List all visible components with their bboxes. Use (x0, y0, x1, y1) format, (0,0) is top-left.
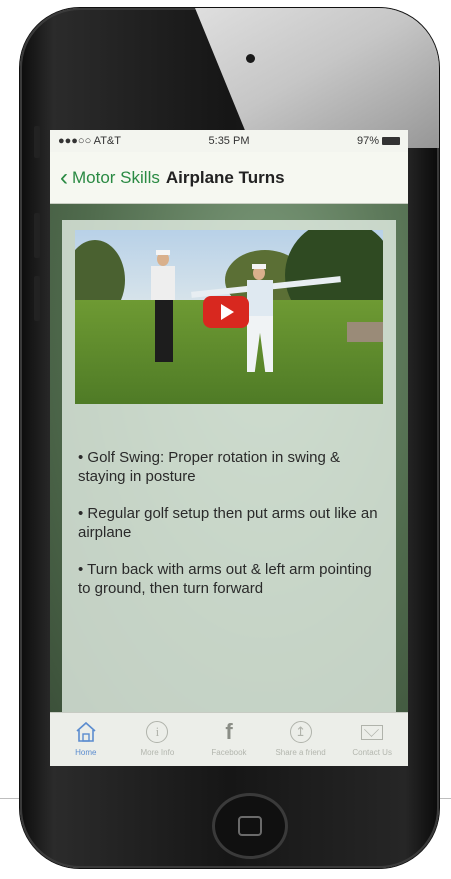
battery-status: 97% (286, 135, 400, 147)
battery-percent: 97% (356, 135, 379, 147)
tab-label: Home (75, 748, 97, 757)
share-icon: ↥ (288, 719, 314, 745)
back-button[interactable]: Motor Skills (72, 168, 160, 188)
front-camera (246, 54, 255, 63)
tab-bar: Home i More Info f Facebook ↥ Share a fr… (50, 712, 408, 766)
info-icon: i (144, 719, 170, 745)
instruction-item: • Golf Swing: Proper rotation in swing &… (78, 449, 341, 485)
status-time: 5:35 PM (208, 135, 250, 147)
video-wall (347, 322, 383, 342)
tab-label: More Info (140, 748, 175, 757)
instructor-shirt (151, 266, 175, 300)
instruction-list: • Golf Swing: Proper rotation in swing &… (78, 448, 378, 616)
content-card: • Golf Swing: Proper rotation in swing &… (62, 220, 396, 712)
page-title: Airplane Turns (165, 167, 285, 187)
home-icon (73, 719, 99, 745)
tab-contact-us[interactable]: Contact Us (336, 713, 408, 766)
content-background: • Golf Swing: Proper rotation in swing &… (50, 204, 408, 712)
video-player[interactable] (75, 230, 383, 404)
instructor-legs (155, 300, 173, 362)
phone-glare (195, 8, 439, 148)
carrier-signal: ●●●○○ AT&T (58, 135, 121, 147)
back-chevron-icon[interactable]: ‹ (60, 165, 68, 190)
instructor-cap (156, 250, 170, 255)
golfer-cap (252, 264, 266, 269)
facebook-icon: f (225, 719, 233, 744)
home-square-icon (238, 816, 262, 836)
volume-up-button (34, 213, 40, 258)
phone-screen: ●●●○○ AT&T 5:35 PM 97% ‹ Motor Skills Ai… (50, 130, 408, 766)
tab-share[interactable]: ↥ Share a friend (265, 713, 337, 766)
tab-more-info[interactable]: i More Info (122, 713, 194, 766)
instruction-item: • Regular golf setup then put arms out l… (78, 505, 378, 541)
instruction-item: • Turn back with arms out & left arm poi… (78, 561, 372, 597)
navigation-bar: ‹ Motor Skills Airplane Turns (50, 152, 408, 204)
tab-label: Facebook (211, 748, 247, 757)
home-hardware-button[interactable] (212, 793, 288, 859)
play-button[interactable] (203, 296, 249, 328)
volume-down-button (34, 276, 40, 321)
status-bar: ●●●○○ AT&T 5:35 PM 97% (50, 130, 408, 152)
mute-switch (34, 126, 40, 158)
tab-label: Share a friend (275, 748, 326, 757)
golfer-shirt (247, 280, 273, 316)
tab-facebook[interactable]: f Facebook (193, 713, 265, 766)
battery-icon (382, 137, 400, 146)
play-icon (221, 304, 234, 320)
tab-label: Contact Us (352, 748, 392, 757)
mail-icon (359, 719, 385, 745)
tab-home[interactable]: Home (50, 713, 122, 766)
